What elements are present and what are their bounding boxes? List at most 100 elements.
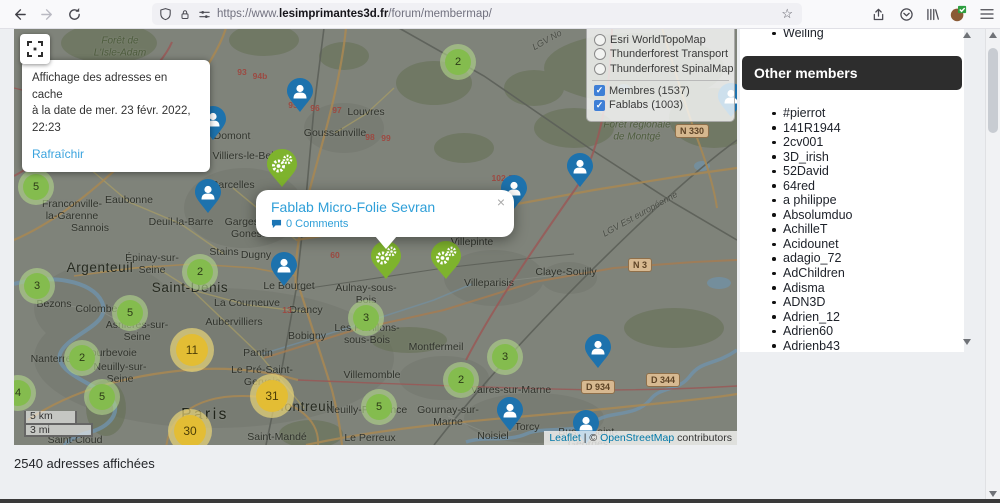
members-list: #pierrot 141R1944 2cv001 3D_irish 52David 64r… — [770, 106, 958, 352]
comment-bubble-icon — [271, 219, 282, 229]
back-button[interactable] — [10, 0, 28, 28]
save-page-icon[interactable] — [868, 0, 888, 28]
marker-cluster[interactable]: 2 — [443, 362, 479, 398]
member-marker[interactable] — [287, 78, 313, 117]
road-shield: N 3 — [627, 258, 653, 272]
member-list-item[interactable]: Adrien60 — [770, 324, 958, 339]
map-attribution: Leaflet | © OpenStreetMap contributors — [544, 431, 737, 445]
sidebar-scroll-up[interactable] — [963, 32, 971, 38]
member-list-item[interactable]: Acidounet — [770, 237, 958, 252]
marker-cluster[interactable]: 3 — [487, 339, 523, 375]
marker-cluster[interactable]: 2 — [64, 340, 100, 376]
members-sidebar[interactable]: Weiling Other members #pierrot 141R1944 2c… — [740, 28, 964, 352]
forward-button[interactable] — [38, 0, 56, 28]
fablab-marker[interactable] — [267, 149, 297, 192]
library-icon[interactable] — [922, 0, 942, 28]
member-list-item[interactable]: #pierrot — [770, 106, 958, 121]
cache-notice-line2: à la date de mer. 23 févr. 2022, 22:23 — [32, 105, 191, 135]
checkbox-icon[interactable] — [594, 99, 605, 111]
member-list-item[interactable]: AchilleT — [770, 222, 958, 237]
member-list-item[interactable]: a philippe — [770, 193, 958, 208]
lock-icon[interactable] — [179, 8, 191, 21]
page-scrollbar-thumb[interactable] — [988, 48, 998, 133]
marker-cluster[interactable]: 5 — [84, 379, 120, 415]
fablab-marker[interactable] — [431, 241, 461, 284]
url-text[interactable]: https://www.lesimprimantes3d.fr/forum/me… — [217, 8, 492, 20]
road-shield: D 934 — [580, 380, 616, 394]
pocket-icon[interactable] — [896, 0, 916, 28]
page-scroll-up[interactable] — [989, 32, 997, 38]
person-pin-icon — [585, 334, 611, 368]
member-list-item[interactable]: Adrienb43 — [770, 339, 958, 352]
marker-cluster[interactable]: 5 — [18, 169, 54, 205]
marker-cluster[interactable]: 5 — [361, 389, 397, 425]
popup-close-icon[interactable]: × — [497, 194, 505, 210]
marker-cluster[interactable]: 2 — [440, 44, 476, 80]
member-marker[interactable] — [195, 179, 221, 218]
marker-cluster[interactable]: 2 — [182, 254, 218, 290]
cluster-count: 5 — [375, 401, 383, 413]
member-list-item[interactable]: Absolumduo — [770, 208, 958, 223]
map-town-label: Dugny — [240, 248, 272, 261]
marker-cluster[interactable]: 3 — [348, 300, 384, 336]
member-list-item[interactable]: Weiling — [770, 28, 958, 41]
member-marker[interactable] — [497, 397, 523, 436]
app-menu-icon[interactable] — [977, 0, 997, 28]
overlay-option[interactable]: Membres (1537) — [594, 85, 727, 97]
member-marker[interactable] — [585, 334, 611, 373]
checkbox-icon[interactable] — [594, 85, 605, 96]
marker-cluster[interactable]: 30 — [168, 409, 212, 445]
url-bar[interactable]: https://www.lesimprimantes3d.fr/forum/me… — [152, 3, 802, 25]
account-extension-icon[interactable] — [947, 0, 969, 28]
member-list-item[interactable]: 141R1944 — [770, 121, 958, 136]
leaflet-link[interactable]: Leaflet — [549, 432, 581, 444]
road-number-label: 97 — [332, 105, 342, 115]
radio-icon[interactable] — [594, 62, 606, 75]
sidebar-scroll-down[interactable] — [963, 339, 971, 345]
road-number-label: 60 — [330, 250, 340, 260]
map-town-label: Vaires-sur-Marne — [470, 383, 552, 396]
radio-icon[interactable] — [594, 48, 606, 60]
tracking-shield-icon[interactable] — [159, 7, 172, 21]
member-list-item[interactable]: Adrien_12 — [770, 310, 958, 325]
overlay-option[interactable]: Fablabs (1003) — [594, 99, 727, 111]
leaflet-map[interactable]: Forêt de L'Isle-Adamde MontmorencyTavern… — [14, 28, 737, 445]
marker-cluster[interactable]: 11 — [170, 328, 214, 372]
cluster-count: 3 — [362, 312, 370, 324]
road-shield: N 330 — [674, 124, 710, 138]
member-list-item[interactable]: 52David — [770, 164, 958, 179]
cluster-count: 30 — [183, 424, 197, 438]
fullscreen-button[interactable] — [20, 34, 50, 64]
popup-comments-link[interactable]: 0 Comments — [271, 218, 348, 230]
base-layer-option[interactable]: Thunderforest SpinalMap — [594, 62, 734, 75]
base-layer-option[interactable]: Esri WorldTopoMap — [594, 33, 727, 46]
member-list-item[interactable]: 64red — [770, 179, 958, 194]
marker-cluster[interactable]: 31 — [250, 374, 294, 418]
member-list-item[interactable]: Adisma — [770, 281, 958, 296]
map-town-label: Aubervilliers — [205, 315, 263, 328]
refresh-link[interactable]: Rafraîchir — [32, 146, 84, 163]
member-marker[interactable] — [567, 153, 593, 192]
permissions-icon[interactable] — [198, 8, 211, 21]
map-town-label: Sannois — [71, 221, 109, 234]
base-layer-option[interactable]: Thunderforest Transport — [594, 48, 728, 60]
member-marker[interactable] — [271, 252, 297, 291]
map-town-label: Villemomble — [343, 368, 401, 381]
osm-link[interactable]: OpenStreetMap — [600, 432, 674, 444]
member-list-item[interactable]: ADN3D — [770, 295, 958, 310]
radio-icon[interactable] — [594, 33, 606, 46]
cluster-count: 2 — [196, 266, 204, 278]
popup-title-link[interactable]: Fablab Micro-Folie Sevran — [271, 199, 435, 215]
member-list-item[interactable]: 3D_irish — [770, 150, 958, 165]
member-list-item[interactable]: AdChildren — [770, 266, 958, 281]
map-town-label: Bobigny — [288, 329, 326, 342]
marker-cluster[interactable]: 3 — [19, 268, 55, 304]
bookmark-star-icon[interactable]: ☆ — [781, 6, 793, 22]
reload-button[interactable] — [65, 0, 83, 28]
marker-cluster[interactable]: 5 — [112, 295, 148, 331]
gears-pin-icon — [267, 149, 297, 187]
cluster-count: 3 — [501, 351, 509, 363]
member-list-item[interactable]: adagio_72 — [770, 251, 958, 266]
page-scroll-down[interactable] — [989, 491, 997, 497]
member-list-item[interactable]: 2cv001 — [770, 135, 958, 150]
